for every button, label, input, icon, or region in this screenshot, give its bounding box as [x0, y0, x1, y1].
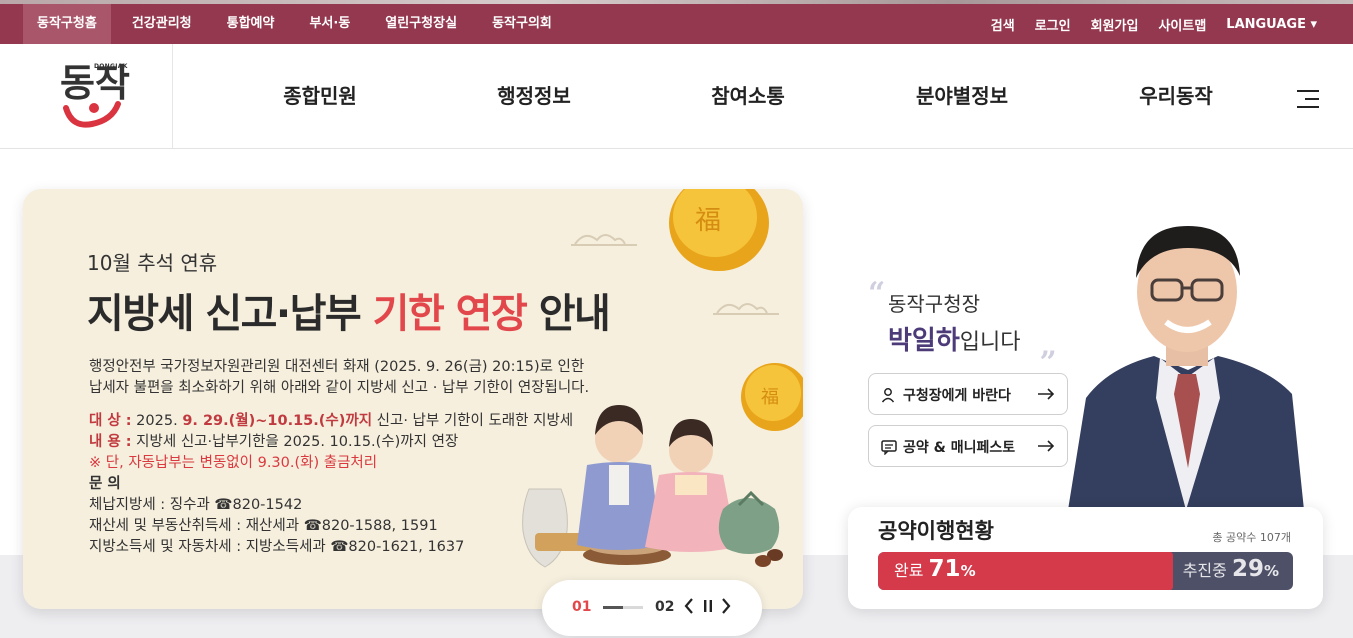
sitemap-link[interactable]: 사이트맵 — [1158, 15, 1206, 34]
banner-info: 대 상 : 2025. 9. 29.(월)~10.15.(수)까지 신고· 납부… — [89, 411, 573, 558]
target-post: 신고· 납부 기한이 도래한 지방세 — [372, 413, 574, 429]
site-link-reservation[interactable]: 통합예약 — [213, 4, 289, 44]
target-dates: 9. 29.(월)~10.15.(수)까지 — [182, 413, 373, 429]
manifesto-label: 공약 & 매니페스토 — [903, 440, 1016, 456]
inquiry-line: 지방소득세 및 자동차세 : 지방소득세과 ☎820-1621, 1637 — [89, 539, 465, 555]
target-label: 대 상 : — [89, 413, 132, 429]
content-label: 내 용 : — [89, 434, 132, 450]
inquiry-label: 문 의 — [89, 476, 121, 492]
target-pre: 2025. — [131, 413, 183, 429]
banner-desc-line: 행정안전부 국가정보자원관리원 대전센터 화재 (2025. 9. 26(금) … — [89, 359, 585, 375]
banner-title: 지방세 신고·납부 기한 연장 안내 — [87, 281, 611, 339]
signup-link[interactable]: 회원가입 — [1091, 15, 1139, 34]
nav-admin-info[interactable]: 행정정보 — [427, 44, 641, 148]
site-link-departments[interactable]: 부서·동 — [295, 4, 364, 44]
done-value: 71 — [928, 556, 961, 582]
arrow-right-icon — [1038, 388, 1055, 400]
language-dropdown[interactable]: LANGUAGE ▾ — [1226, 17, 1317, 32]
done-label: 완료 — [894, 561, 924, 580]
search-link[interactable]: 검색 — [991, 15, 1015, 34]
hamburger-icon[interactable] — [1297, 90, 1319, 110]
banner-note: ※ 단, 자동납부는 변동없이 9.30.(화) 출금처리 — [89, 455, 378, 471]
chevron-left-icon[interactable] — [683, 597, 695, 615]
chevron-right-icon[interactable] — [720, 597, 732, 615]
mayor-request-label: 구청장에게 바란다 — [903, 388, 1011, 404]
inquiry-line: 체납지방세 : 징수과 ☎820-1542 — [89, 497, 303, 513]
banner-title-pre: 지방세 신고·납부 — [87, 291, 373, 337]
banner-title-post: 안내 — [526, 291, 611, 337]
slide-current[interactable]: 01 — [572, 599, 591, 615]
banner-desc-line: 납세자 불편을 최소화하기 위해 아래와 같이 지방세 신고 · 납부 기한이 … — [89, 380, 590, 396]
nav-participation[interactable]: 참여소통 — [641, 44, 855, 148]
svg-text:福: 福 — [761, 387, 779, 408]
utility-links: 검색 로그인 회원가입 사이트맵 LANGUAGE ▾ — [971, 4, 1317, 44]
banner-description: 행정안전부 국가정보자원관리원 대전센터 화재 (2025. 9. 26(금) … — [89, 357, 589, 399]
pledge-title: 공약이행현황 — [878, 519, 994, 543]
quote-close-mark: „ — [1040, 328, 1058, 363]
pledge-progress-bar: 완료 71% 추진중 29% — [878, 552, 1293, 590]
logo-link[interactable]: 동작 DONGJAK — [0, 44, 173, 148]
slide-progress — [603, 606, 643, 609]
site-link-mayor-office[interactable]: 열린구청장실 — [371, 4, 471, 44]
banner-subtitle: 10월 추석 연휴 — [87, 251, 218, 275]
main-banner[interactable]: 福 福 10월 추석 연휴 지방세 신고·납부 기한 연장 안내 행정안전부 국… — [23, 189, 803, 609]
document-icon — [881, 440, 897, 455]
person-icon — [881, 388, 895, 403]
quote-open-mark: “ — [868, 276, 886, 311]
banner-target-line: 대 상 : 2025. 9. 29.(월)~10.15.(수)까지 신고· 납부… — [89, 411, 573, 432]
banner-content-line: 내 용 : 지방세 신고·납부기한을 2025. 10.15.(수)까지 연장 — [89, 432, 573, 453]
pledge-total: 총 공약수 107개 — [1212, 531, 1291, 544]
nav-field-info[interactable]: 분야별정보 — [855, 44, 1069, 148]
nav-civil-service[interactable]: 종합민원 — [213, 44, 427, 148]
mayor-greeting: 박일하입니다 — [888, 320, 1021, 357]
logo-subtext: DONGJAK — [94, 63, 128, 70]
main-nav: 종합민원 행정정보 참여소통 분야별정보 우리동작 — [213, 44, 1283, 148]
site-links: 동작구청홈 건강관리청 통합예약 부서·동 열린구청장실 동작구의회 — [23, 4, 566, 44]
utility-bar: 동작구청홈 건강관리청 통합예약 부서·동 열린구청장실 동작구의회 검색 로그… — [0, 4, 1353, 44]
nav-our-dongjak[interactable]: 우리동작 — [1069, 44, 1283, 148]
site-link-council[interactable]: 동작구의회 — [478, 4, 566, 44]
slider-controls: 01 02 — [542, 580, 762, 636]
site-link-home[interactable]: 동작구청홈 — [23, 4, 111, 44]
slide-total[interactable]: 02 — [655, 599, 674, 615]
pledge-done-segment: 완료 71% — [878, 552, 1173, 590]
mayor-name: 박일하 — [888, 326, 960, 356]
progress-percent-sign: % — [1263, 562, 1279, 580]
arrow-right-icon — [1038, 440, 1055, 452]
manifesto-button[interactable]: 공약 & 매니페스토 — [868, 425, 1068, 467]
banner-title-accent: 기한 연장 — [372, 291, 528, 337]
content-text: 지방세 신고·납부기한을 2025. 10.15.(수)까지 연장 — [131, 434, 459, 450]
login-link[interactable]: 로그인 — [1035, 15, 1071, 34]
progress-value: 29 — [1231, 556, 1264, 582]
mayor-request-button[interactable]: 구청장에게 바란다 — [868, 373, 1068, 415]
pause-icon[interactable] — [702, 597, 714, 615]
pledge-status-card[interactable]: 공약이행현황 총 공약수 107개 완료 71% 추진중 29% — [848, 507, 1323, 609]
mayor-title: 동작구청장 — [888, 292, 980, 316]
mayor-suffix: 입니다 — [959, 330, 1021, 355]
inquiry-line: 재산세 및 부동산취득세 : 재산세과 ☎820-1588, 1591 — [89, 518, 438, 534]
done-percent-sign: % — [960, 562, 976, 580]
svg-text:福: 福 — [695, 206, 721, 236]
header: 동작 DONGJAK 종합민원 행정정보 참여소통 분야별정보 우리동작 — [0, 44, 1353, 149]
progress-label: 추진중 — [1182, 561, 1227, 580]
site-link-health[interactable]: 건강관리청 — [118, 4, 206, 44]
mayor-photo — [1068, 226, 1304, 510]
